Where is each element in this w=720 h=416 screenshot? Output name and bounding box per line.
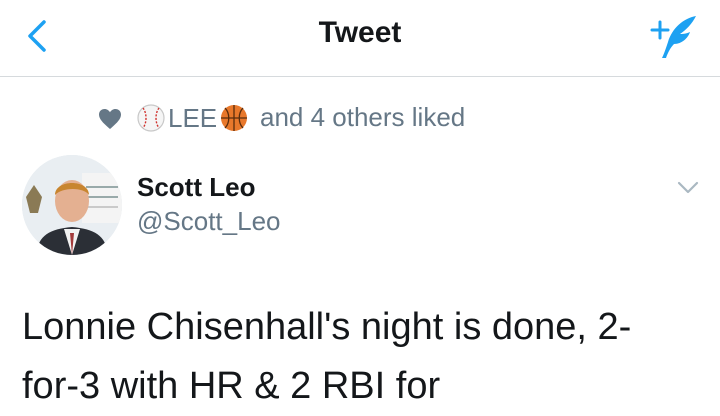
compose-tweet-icon[interactable] [644, 12, 700, 62]
baseball-emoji-icon [137, 104, 165, 132]
chevron-down-icon[interactable] [676, 178, 700, 196]
top-nav-bar: Tweet [0, 0, 720, 77]
author-name[interactable]: Scott Leo [137, 172, 255, 203]
avatar[interactable] [22, 155, 122, 255]
tweet-text: Lonnie Chisenhall's night is done, 2- fo… [22, 298, 702, 416]
liked-by-text: and 4 others liked [260, 102, 466, 132]
liked-by-context[interactable]: LEE and 4 others liked [98, 100, 698, 136]
basketball-emoji-icon [221, 105, 248, 131]
back-arrow-icon[interactable] [22, 14, 54, 58]
tweet-text-line: Lonnie Chisenhall's night is done, 2- [22, 306, 632, 348]
avatar-photo [22, 155, 122, 255]
author-handle[interactable]: @Scott_Leo [137, 206, 280, 237]
liker-link[interactable]: LEE [136, 100, 249, 136]
page-title: Tweet [318, 16, 402, 49]
liker-name: LEE [168, 102, 218, 133]
heart-icon [99, 109, 121, 129]
tweet-text-line: for-3 with HR & 2 RBI for [22, 365, 441, 407]
